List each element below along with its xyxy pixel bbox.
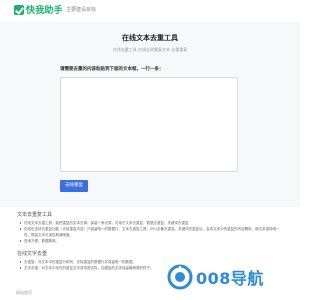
page-title: 在线文本去重工具: [122, 34, 178, 42]
list-item: 查询方便，数据精简。: [20, 238, 282, 244]
site-logo-name[interactable]: 快我助手: [26, 3, 63, 16]
watermark-brand-text: 008导航: [196, 269, 264, 288]
site-logo-subtitle: 主要建设目标: [66, 7, 97, 13]
input-instruction: 请需要去重的内容粘贴到下面的文本框，一行一条：: [60, 67, 164, 72]
footer-home-link[interactable]: 网站首页: [16, 290, 32, 296]
list-item: 在线也支持去重复功能（去除重复内容）只保留唯一的数据行，文本去重复工具，SEO必…: [20, 226, 282, 238]
watermark-logo-icon: [167, 264, 193, 290]
logo-check-icon[interactable]: [14, 5, 24, 15]
section-title-online-dedupe: 在线文字去重: [17, 251, 48, 257]
page-subtitle: 在线去重工具 在线去除重复文本 去重重复: [112, 47, 188, 52]
top-header: 快我助手 主要建设目标: [0, 0, 300, 23]
dedupe-button[interactable]: 去除重复: [60, 180, 88, 192]
section-title-dedupe-tool: 文本去重复工具: [17, 212, 53, 218]
text-input-area[interactable]: [60, 77, 238, 172]
section-dedupe-tool-list: 在线文本去重工具，能把重复的文本去掉，保留一条记录，可用于文本去重复，数据去重复…: [20, 220, 282, 244]
